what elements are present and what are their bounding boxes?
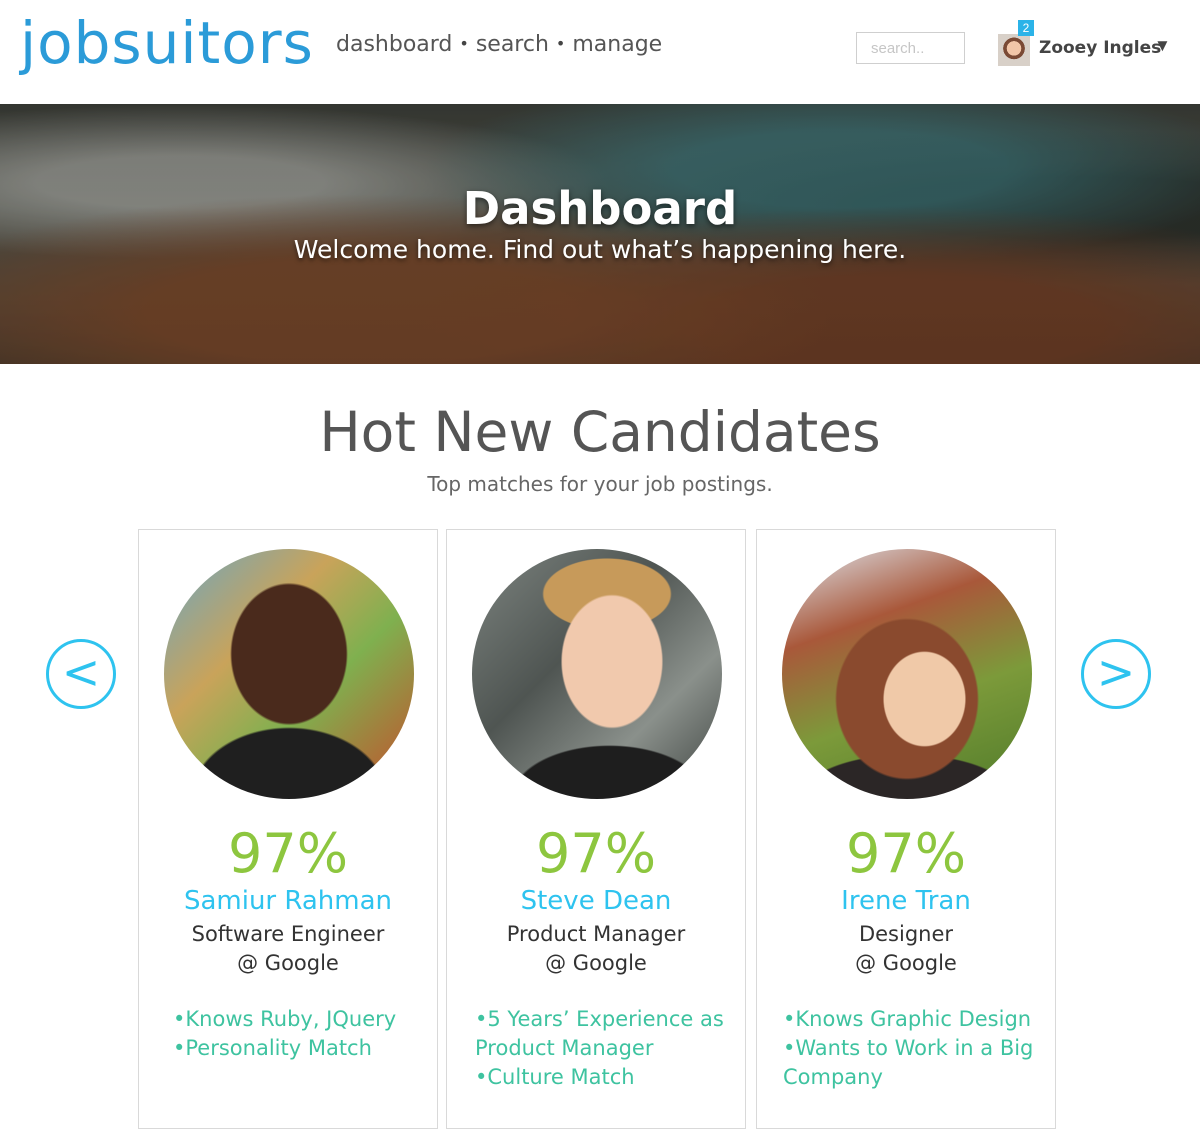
hero-banner: Dashboard Welcome home. Find out what’s … <box>0 104 1200 364</box>
highlight-item: 5 Years’ Experience as Product Manager <box>475 1005 727 1063</box>
nav-dashboard[interactable]: dashboard <box>336 32 452 57</box>
candidate-photo[interactable] <box>164 549 414 799</box>
nav-separator: • <box>459 34 469 53</box>
candidate-name[interactable]: Samiur Rahman <box>139 886 437 916</box>
candidate-title: Software Engineer <box>191 922 385 946</box>
candidate-company: @ Google <box>237 951 339 975</box>
caret-down-icon[interactable]: ▼ <box>1154 36 1171 56</box>
page-subtitle: Welcome home. Find out what’s happening … <box>293 235 907 264</box>
nav-manage[interactable]: manage <box>572 32 662 57</box>
candidate-photo[interactable] <box>472 549 722 799</box>
user-name[interactable]: Zooey Ingles <box>1039 38 1161 58</box>
candidate-company: @ Google <box>855 951 957 975</box>
candidate-highlights: 5 Years’ Experience as Product Manager C… <box>475 1005 727 1092</box>
candidate-card[interactable]: 97% Samiur Rahman Software Engineer @ Go… <box>138 529 438 1129</box>
highlight-item: Knows Ruby, JQuery <box>173 1005 419 1034</box>
candidate-highlights: Knows Graphic Design Wants to Work in a … <box>783 1005 1037 1092</box>
candidate-name[interactable]: Irene Tran <box>757 886 1055 916</box>
avatar[interactable] <box>998 34 1030 66</box>
carousel-next-button[interactable]: > <box>1081 639 1151 709</box>
page-title: Dashboard <box>462 182 738 235</box>
candidate-role: Product Manager @ Google <box>447 920 745 978</box>
top-header: jobsuitors dashboard • search • manage 2 Zoo… <box>0 0 1200 104</box>
highlight-item: Culture Match <box>475 1063 727 1092</box>
match-percentage: 97% <box>845 822 967 885</box>
notification-badge[interactable]: 2 <box>1018 20 1034 36</box>
highlight-item: Knows Graphic Design <box>783 1005 1037 1034</box>
match-percentage: 97% <box>227 822 349 885</box>
highlight-item: Personality Match <box>173 1034 419 1063</box>
candidate-title: Designer <box>858 922 954 946</box>
search-input[interactable] <box>856 32 965 64</box>
carousel-prev-button[interactable]: < <box>46 639 116 709</box>
section-title: Hot New Candidates <box>319 400 881 464</box>
candidate-title: Product Manager <box>506 922 686 946</box>
logo[interactable]: jobsuitors <box>20 8 314 78</box>
nav-search[interactable]: search <box>476 32 549 57</box>
candidate-name[interactable]: Steve Dean <box>447 886 745 916</box>
candidate-card[interactable]: 97% Irene Tran Designer @ Google Knows G… <box>756 529 1056 1129</box>
match-percentage: 97% <box>535 822 657 885</box>
nav-separator: • <box>555 34 566 53</box>
candidate-highlights: Knows Ruby, JQuery Personality Match <box>173 1005 419 1063</box>
highlight-item: Wants to Work in a Big Company <box>783 1034 1037 1092</box>
candidate-photo[interactable] <box>782 549 1032 799</box>
section-subtitle: Top matches for your job postings. <box>427 472 773 496</box>
main-nav: dashboard • search • manage <box>336 32 662 57</box>
candidate-role: Designer @ Google <box>757 920 1055 978</box>
candidate-role: Software Engineer @ Google <box>139 920 437 978</box>
candidate-company: @ Google <box>545 951 647 975</box>
candidate-card[interactable]: 97% Steve Dean Product Manager @ Google … <box>446 529 746 1129</box>
user-menu[interactable]: 2 Zooey Ingles ▼ <box>998 20 1178 68</box>
